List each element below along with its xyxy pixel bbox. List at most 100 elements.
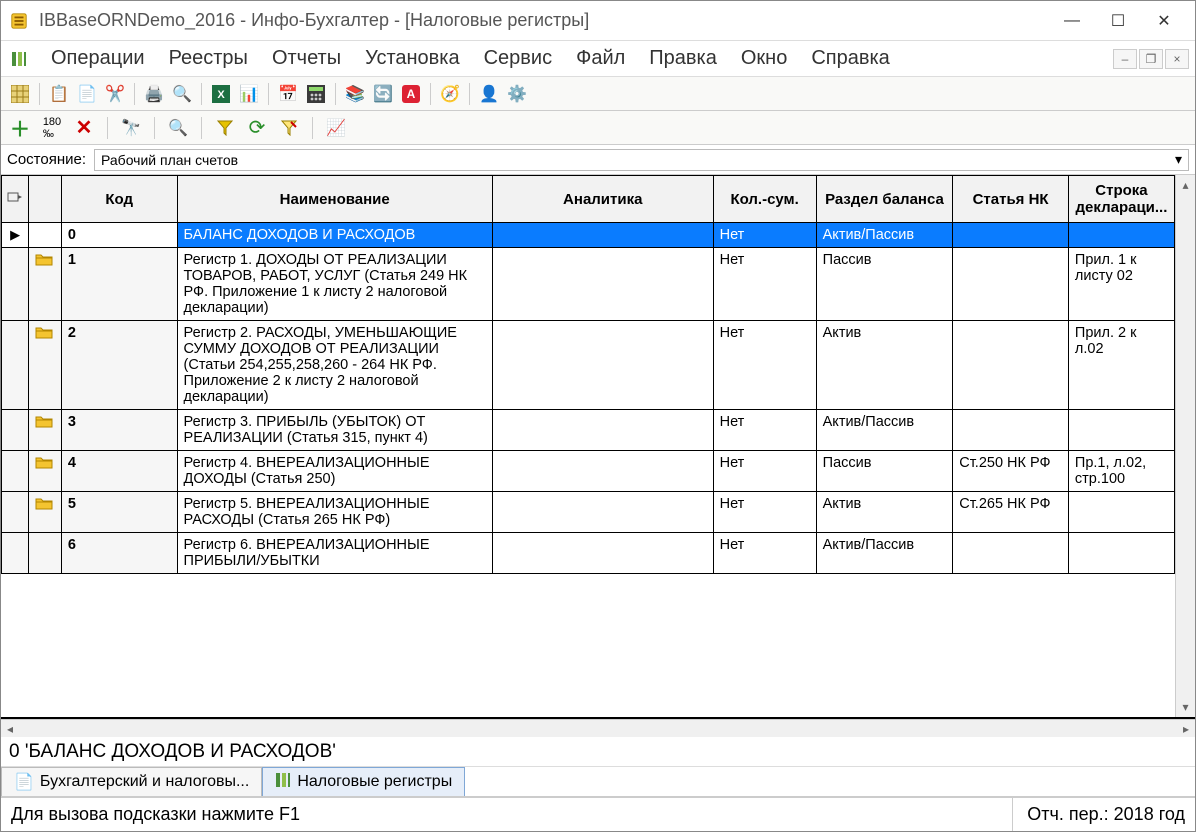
table-row[interactable]: 1Регистр 1. ДОХОДЫ ОТ РЕАЛИЗАЦИИ ТОВАРОВ… [2, 248, 1175, 321]
cell-kolsum: Нет [713, 492, 816, 533]
folder-icon [29, 533, 62, 574]
person-icon[interactable]: 👤 [476, 81, 502, 107]
cell-stroka: Пр.1, л.02, стр.100 [1068, 451, 1174, 492]
cell-stroka [1068, 410, 1174, 451]
row-marker [2, 410, 29, 451]
add-icon[interactable]: ＋ [7, 115, 33, 141]
cell-analytic [492, 410, 713, 451]
cut-icon[interactable]: ✂️ [102, 81, 128, 107]
scroll-down-icon[interactable]: ▾ [1176, 697, 1195, 717]
paste-icon[interactable]: 📄 [74, 81, 100, 107]
copy-icon[interactable]: 📋 [46, 81, 72, 107]
excel-icon[interactable]: X [208, 81, 234, 107]
document-tabs: 📄 Бухгалтерский и налоговы... Налоговые … [1, 767, 1195, 797]
delete-icon[interactable]: ✕ [71, 115, 97, 141]
cell-stat [953, 321, 1069, 410]
binoculars-icon[interactable]: 🔭 [118, 115, 144, 141]
svg-text:A: A [407, 87, 416, 101]
mdi-minimize-button[interactable]: – [1113, 49, 1137, 69]
app-window: IBBaseORNDemo_2016 - Инфо-Бухгалтер - [Н… [0, 0, 1196, 832]
cell-razdel: Актив [816, 492, 953, 533]
close-button[interactable]: ✕ [1141, 1, 1187, 41]
row-marker [2, 451, 29, 492]
menu-window[interactable]: Окно [729, 43, 799, 74]
cell-stat [953, 223, 1069, 248]
table-row[interactable]: 3Регистр 3. ПРИБЫЛЬ (УБЫТОК) ОТ РЕАЛИЗАЦ… [2, 410, 1175, 451]
menu-icon [7, 47, 31, 71]
mdi-close-button[interactable]: × [1165, 49, 1189, 69]
filter-icon[interactable] [212, 115, 238, 141]
compass-icon[interactable]: 🧭 [437, 81, 463, 107]
chevron-down-icon: ▾ [1175, 151, 1182, 168]
sync-icon[interactable]: 🔄 [370, 81, 396, 107]
col-name-header[interactable]: Наименование [177, 176, 492, 223]
menu-reports[interactable]: Отчеты [260, 43, 353, 74]
tree-icon [275, 772, 291, 793]
state-label: Состояние: [7, 151, 86, 168]
cell-stat [953, 248, 1069, 321]
accounts-grid[interactable]: Код Наименование Аналитика Кол.-сум. Раз… [1, 175, 1175, 574]
col-code-header[interactable]: Код [61, 176, 177, 223]
horizontal-scrollbar[interactable]: ◂ ▸ [1, 719, 1195, 737]
col-kolsum-header[interactable]: Кол.-сум. [713, 176, 816, 223]
cell-stroka: Прил. 1 к листу 02 [1068, 248, 1174, 321]
cell-analytic [492, 248, 713, 321]
cell-analytic [492, 451, 713, 492]
chart-icon[interactable]: 📈 [323, 115, 349, 141]
cell-code: 0 [61, 223, 177, 248]
cell-kolsum: Нет [713, 223, 816, 248]
cell-analytic [492, 321, 713, 410]
calculator-icon[interactable] [303, 81, 329, 107]
scroll-left-icon[interactable]: ◂ [7, 722, 13, 736]
table-row[interactable]: 6Регистр 6. ВНЕРЕАЛИЗАЦИОННЫЕ ПРИБЫЛИ/УБ… [2, 533, 1175, 574]
state-dropdown[interactable]: Рабочий план счетов ▾ [94, 149, 1189, 171]
calendar-icon[interactable]: 📅 [275, 81, 301, 107]
menu-help[interactable]: Справка [799, 43, 901, 74]
grid-icon[interactable] [7, 81, 33, 107]
preview-icon[interactable]: 🔍 [169, 81, 195, 107]
menu-registers[interactable]: Реестры [157, 43, 260, 74]
menu-edit[interactable]: Правка [637, 43, 729, 74]
settings-icon[interactable]: ⚙️ [504, 81, 530, 107]
table-row[interactable]: 5Регистр 5. ВНЕРЕАЛИЗАЦИОННЫЕ РАСХОДЫ (С… [2, 492, 1175, 533]
tab-tax-registers[interactable]: Налоговые регистры [262, 767, 465, 796]
scroll-right-icon[interactable]: ▸ [1183, 722, 1189, 736]
print-icon[interactable]: 🖨️ [141, 81, 167, 107]
grid-area: Код Наименование Аналитика Кол.-сум. Раз… [1, 175, 1195, 737]
mdi-restore-button[interactable]: ❐ [1139, 49, 1163, 69]
menu-operations[interactable]: Операции [39, 43, 157, 74]
cell-code: 5 [61, 492, 177, 533]
col-stat-header[interactable]: Статья НК [953, 176, 1069, 223]
report-icon[interactable]: 📊 [236, 81, 262, 107]
table-row[interactable]: 2Регистр 2. РАСХОДЫ, УМЕНЬШАЮЩИЕ СУММУ Д… [2, 321, 1175, 410]
table-row[interactable]: 4Регистр 4. ВНЕРЕАЛИЗАЦИОННЫЕ ДОХОДЫ (Ст… [2, 451, 1175, 492]
vertical-scrollbar[interactable]: ▴ ▾ [1175, 175, 1195, 717]
cell-stat [953, 410, 1069, 451]
scroll-up-icon[interactable]: ▴ [1176, 175, 1195, 195]
search-icon[interactable]: 🔍 [165, 115, 191, 141]
col-folder[interactable] [29, 176, 62, 223]
filter-clear-icon[interactable] [276, 115, 302, 141]
maximize-button[interactable]: ☐ [1095, 1, 1141, 41]
period-text: Отч. пер.: 2018 год [1012, 798, 1185, 831]
col-razdel-header[interactable]: Раздел баланса [816, 176, 953, 223]
menu-setup[interactable]: Установка [353, 43, 472, 74]
cell-razdel: Пассив [816, 451, 953, 492]
book-icon[interactable]: 📚 [342, 81, 368, 107]
tab-accounting[interactable]: 📄 Бухгалтерский и налоговы... [1, 767, 262, 796]
minimize-button[interactable]: — [1049, 1, 1095, 41]
refresh-icon[interactable]: ⟳ [244, 115, 270, 141]
col-stroka-header[interactable]: Строка деклараци... [1068, 176, 1174, 223]
folder-icon [29, 492, 62, 533]
letter-a-icon[interactable]: A [398, 81, 424, 107]
tab-accounting-label: Бухгалтерский и налоговы... [40, 773, 249, 791]
col-marker[interactable] [2, 176, 29, 223]
cell-kolsum: Нет [713, 451, 816, 492]
menu-service[interactable]: Сервис [472, 43, 565, 74]
window-title: IBBaseORNDemo_2016 - Инфо-Бухгалтер - [Н… [39, 10, 1049, 31]
number-icon[interactable]: 180‰ [39, 115, 65, 141]
col-analytic-header[interactable]: Аналитика [492, 176, 713, 223]
table-row[interactable]: ▶0БАЛАНС ДОХОДОВ И РАСХОДОВНетАктив/Пасс… [2, 223, 1175, 248]
menu-file[interactable]: Файл [564, 43, 637, 74]
cell-code: 1 [61, 248, 177, 321]
